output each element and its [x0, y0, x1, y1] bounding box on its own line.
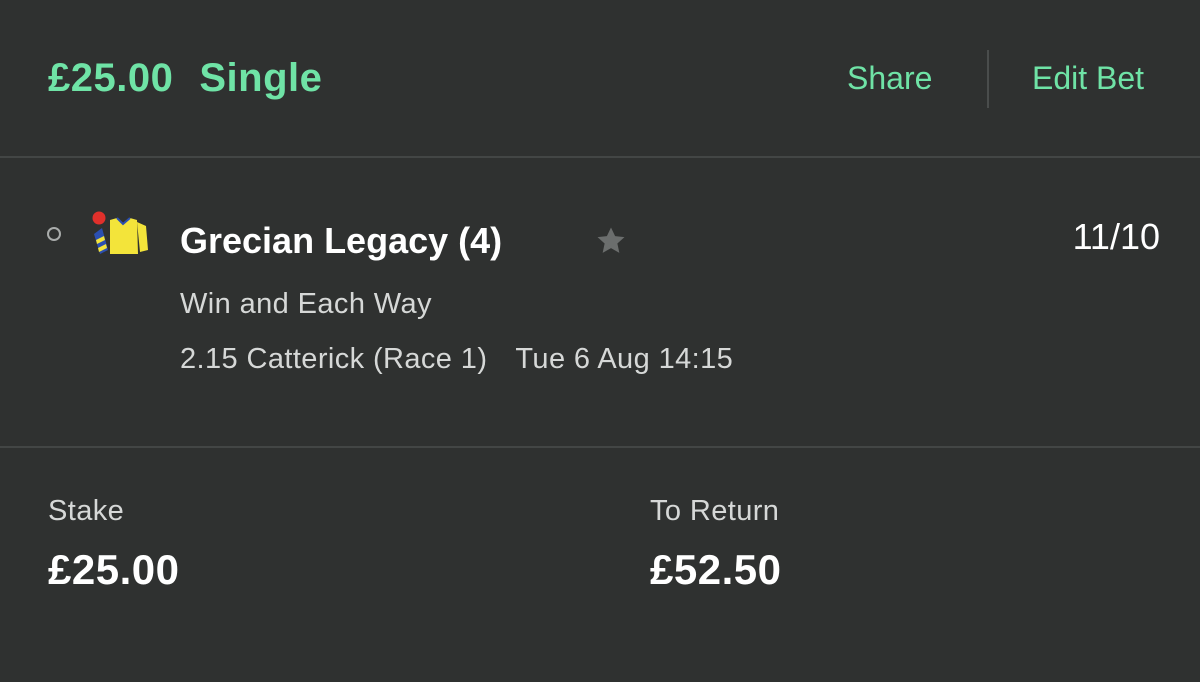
horse-name: Grecian Legacy (4) [180, 220, 503, 261]
race-datetime: Tue 6 Aug 14:15 [515, 343, 734, 375]
selection-row: Grecian Legacy (4) 11/10 Win and Each Wa… [0, 158, 1200, 448]
stake-label: Stake [48, 495, 125, 527]
stake-value: £25.00 [48, 546, 180, 593]
bet-type: Single [199, 56, 323, 100]
to-return-value: £52.50 [650, 546, 782, 593]
bet-receipt-card: £25.00 Single Share Edit Bet Grecian Lega… [0, 0, 1200, 682]
edit-bet-button[interactable]: Edit Bet [1032, 60, 1144, 97]
bet-title: £25.00 Single [48, 56, 322, 101]
star-icon[interactable] [594, 224, 628, 258]
header-divider [987, 50, 989, 108]
share-button[interactable]: Share [847, 60, 932, 97]
odds-value: 11/10 [1072, 216, 1160, 257]
bet-stake-amount: £25.00 [48, 56, 174, 100]
to-return-label: To Return [650, 495, 780, 527]
race-name: 2.15 Catterick (Race 1) [180, 343, 488, 375]
jockey-silks-icon [92, 211, 148, 254]
bet-header: £25.00 Single Share Edit Bet [0, 0, 1200, 158]
market-type: Win and Each Way [180, 288, 432, 320]
race-info: 2.15 Catterick (Race 1) Tue 6 Aug 14:15 [180, 343, 733, 376]
status-dot-icon [47, 227, 61, 241]
